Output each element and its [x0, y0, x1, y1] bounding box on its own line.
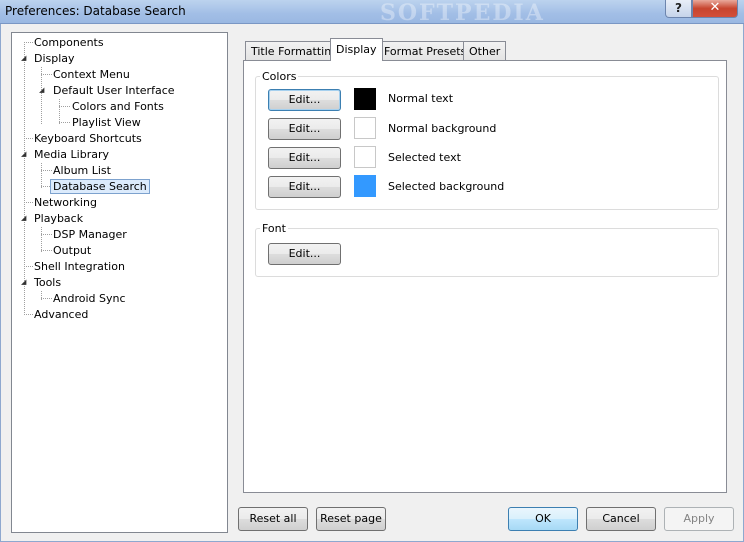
edit-font-button[interactable]: Edit... — [268, 243, 341, 265]
edit-selected-background-color-button[interactable]: Edit... — [268, 176, 341, 198]
selected-text-label: Selected text — [388, 151, 461, 164]
tab-other[interactable]: Other — [463, 41, 507, 61]
tab-format-presets[interactable]: Format Presets — [378, 41, 473, 61]
tree-item-shell-integration[interactable]: Shell Integration — [32, 259, 127, 274]
normal-background-label: Normal background — [388, 122, 497, 135]
tree-item-keyboard-shortcuts[interactable]: Keyboard Shortcuts — [32, 131, 144, 146]
tree-item-android-sync[interactable]: Android Sync — [51, 291, 128, 306]
tree-item-networking[interactable]: Networking — [32, 195, 99, 210]
tree-connector — [59, 106, 70, 107]
close-icon: ✕ — [709, 0, 721, 15]
ok-button[interactable]: OK — [508, 507, 578, 531]
tree-item-context-menu[interactable]: Context Menu — [51, 67, 132, 82]
reset-all-button[interactable]: Reset all — [238, 507, 308, 531]
softpedia-watermark: SOFTPEDIA — [380, 0, 545, 26]
help-button[interactable]: ? — [665, 0, 692, 18]
tree-dui-line — [59, 99, 60, 124]
expander-icon[interactable]: ◢ — [39, 85, 44, 95]
help-icon: ? — [675, 1, 682, 15]
edit-normal-text-color-button[interactable]: Edit... — [268, 89, 341, 111]
tree-playback-line — [41, 227, 42, 252]
tree-item-display[interactable]: Display — [32, 51, 77, 66]
tree-item-advanced[interactable]: Advanced — [32, 307, 90, 322]
tree-item-colors-and-fonts[interactable]: Colors and Fonts — [70, 99, 166, 114]
tree-item-output[interactable]: Output — [51, 243, 93, 258]
tree-display-line — [41, 67, 42, 124]
tree-item-media-library[interactable]: Media Library — [32, 147, 111, 162]
tree-root-line — [24, 42, 25, 315]
edit-selected-text-color-button[interactable]: Edit... — [268, 147, 341, 169]
expander-icon[interactable]: ◢ — [21, 213, 26, 223]
apply-button[interactable]: Apply — [664, 507, 734, 531]
tree-item-dsp-manager[interactable]: DSP Manager — [51, 227, 129, 242]
window-title: Preferences: Database Search — [5, 4, 186, 18]
tree-medialib-line — [41, 163, 42, 188]
normal-text-label: Normal text — [388, 92, 454, 105]
tree-item-default-user-interface[interactable]: Default User Interface — [51, 83, 177, 98]
tree-item-album-list[interactable]: Album List — [51, 163, 113, 178]
tree-item-playback[interactable]: Playback — [32, 211, 85, 226]
expander-icon[interactable]: ◢ — [21, 53, 26, 63]
edit-normal-background-color-button[interactable]: Edit... — [268, 118, 341, 140]
expander-icon[interactable]: ◢ — [21, 149, 26, 159]
selected-background-label: Selected background — [388, 180, 505, 193]
tab-display[interactable]: Display — [330, 38, 383, 61]
normal-text-color-swatch — [354, 88, 376, 110]
tree-item-database-search[interactable]: Database Search — [50, 179, 150, 194]
tree-item-components[interactable]: Components — [32, 35, 106, 50]
cancel-button[interactable]: Cancel — [586, 507, 656, 531]
tree-item-tools[interactable]: Tools — [32, 275, 63, 290]
selected-background-color-swatch — [354, 175, 376, 197]
selected-text-color-swatch — [354, 146, 376, 168]
close-button[interactable]: ✕ — [692, 0, 738, 18]
title-bar[interactable]: Preferences: Database Search SOFTPEDIA ?… — [0, 0, 744, 26]
normal-background-color-swatch — [354, 117, 376, 139]
expander-icon[interactable]: ◢ — [21, 277, 26, 287]
tree-connector — [59, 122, 70, 123]
reset-page-button[interactable]: Reset page — [316, 507, 386, 531]
colors-group-label: Colors — [260, 70, 299, 83]
tree-connector — [41, 186, 50, 187]
tree-item-playlist-view[interactable]: Playlist View — [70, 115, 143, 130]
preferences-tree[interactable]: ◢ ◢ ◢ ◢ ◢ Components Display Context Men… — [11, 32, 228, 533]
font-group-label: Font — [260, 222, 288, 235]
